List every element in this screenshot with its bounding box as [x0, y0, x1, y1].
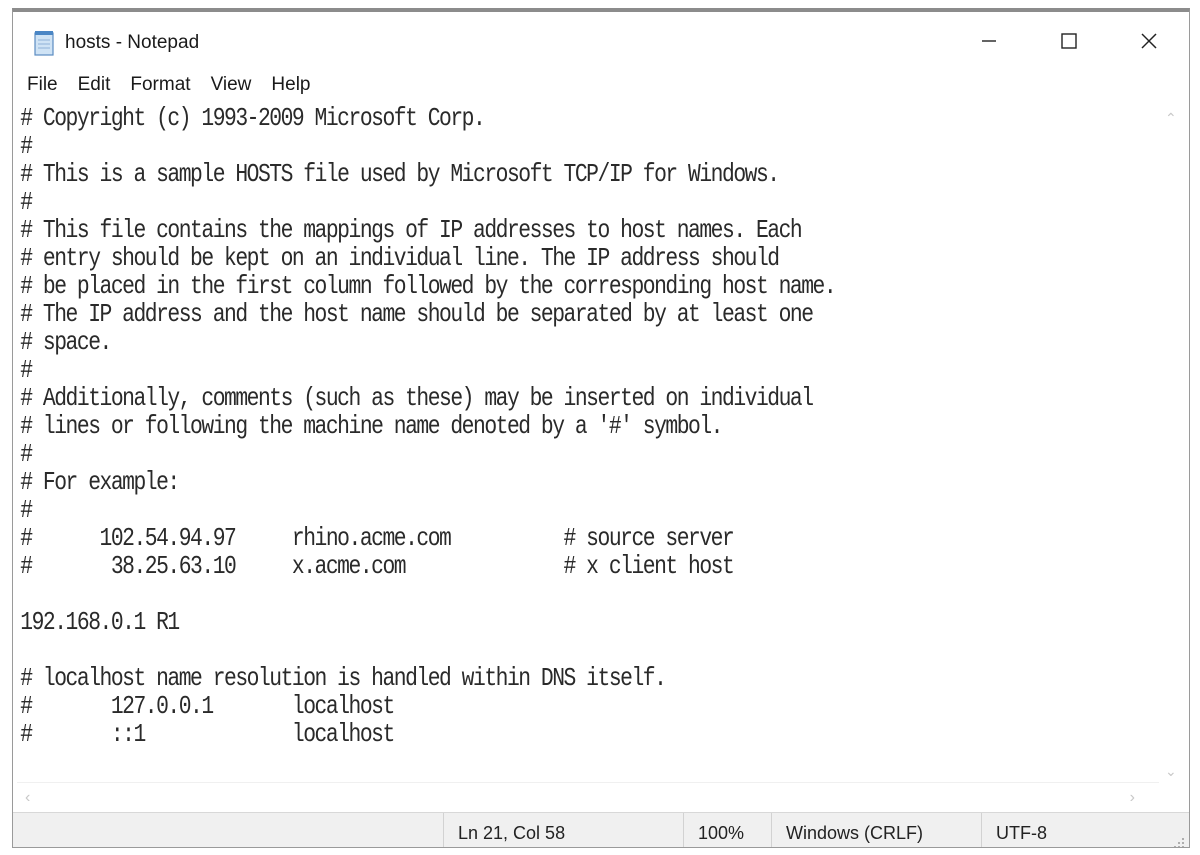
maximize-button[interactable] [1029, 12, 1109, 70]
status-bar: Ln 21, Col 58 100% Windows (CRLF) UTF-8 [13, 812, 1189, 848]
notepad-icon [34, 31, 54, 56]
menu-help[interactable]: Help [261, 70, 320, 100]
status-encoding: UTF-8 [981, 813, 1161, 847]
scroll-right-icon[interactable]: › [1130, 789, 1135, 807]
scroll-up-icon[interactable]: ⌃ [1165, 110, 1177, 127]
menu-edit[interactable]: Edit [68, 70, 121, 100]
notepad-window: hosts - Notepad File Edit Format View He… [12, 8, 1190, 848]
status-zoom: 100% [683, 813, 771, 847]
text-editor[interactable]: # Copyright (c) 1993-2009 Microsoft Corp… [17, 104, 1157, 784]
menu-file[interactable]: File [17, 70, 68, 100]
maximize-icon [1061, 33, 1077, 49]
status-line-ending: Windows (CRLF) [771, 813, 981, 847]
minimize-icon [982, 40, 996, 42]
scroll-left-icon[interactable]: ‹ [25, 789, 30, 807]
editor-content[interactable]: # Copyright (c) 1993-2009 Microsoft Corp… [17, 104, 952, 748]
status-cursor-position: Ln 21, Col 58 [443, 813, 683, 847]
window-title: hosts - Notepad [65, 32, 200, 53]
minimize-button[interactable] [949, 12, 1029, 70]
scroll-down-icon[interactable]: ⌄ [1165, 763, 1177, 780]
vertical-scrollbar[interactable]: ⌃ ⌄ [1159, 104, 1183, 784]
title-bar[interactable]: hosts - Notepad [13, 12, 1189, 70]
resize-grip-icon[interactable] [1171, 835, 1185, 848]
menu-bar: File Edit Format View Help [13, 70, 1189, 100]
horizontal-scrollbar[interactable]: ‹ › [17, 782, 1159, 813]
close-icon [1141, 33, 1157, 49]
menu-format[interactable]: Format [120, 70, 200, 100]
close-button[interactable] [1109, 12, 1189, 70]
menu-view[interactable]: View [201, 70, 262, 100]
